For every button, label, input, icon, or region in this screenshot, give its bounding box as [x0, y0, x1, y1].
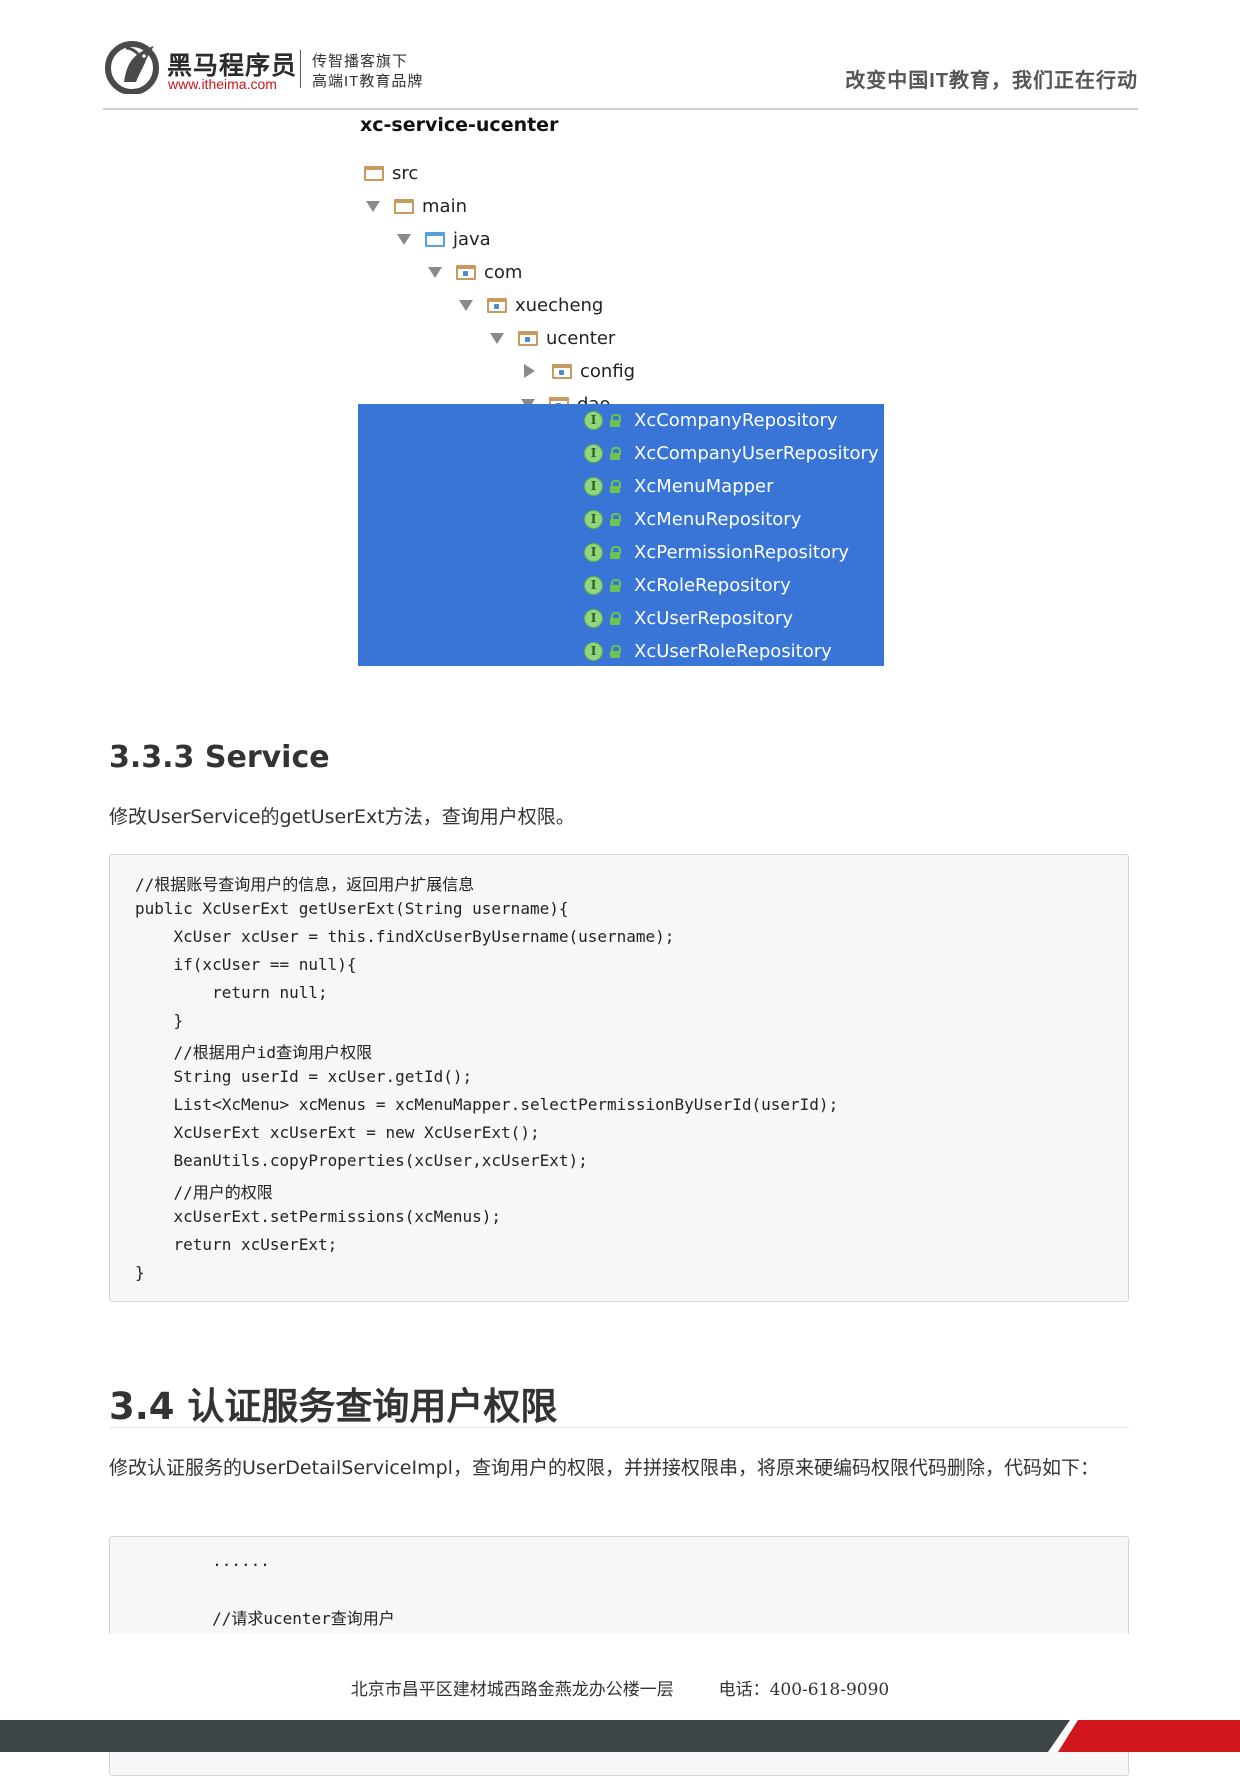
slogan-line-2: 高端IT教育品牌 — [312, 73, 424, 90]
tree-node-label: com — [484, 261, 523, 283]
footer-address: 北京市昌平区建材城西路金燕龙办公楼一层 — [350, 1680, 674, 1700]
code-block-get-user-ext: //根据账号查询用户的信息，返回用户扩展信息 public XcUserExt … — [109, 854, 1129, 1302]
expand-arrow-icon[interactable] — [459, 299, 473, 311]
interface-icon: I — [584, 575, 603, 595]
file-label: XcMenuMapper — [634, 475, 774, 497]
interface-icon: I — [584, 476, 603, 496]
file-label: XcRoleRepository — [634, 574, 791, 596]
tree-file-item[interactable]: I XcRoleRepository — [584, 569, 791, 601]
tree-node-main[interactable]: main — [366, 190, 467, 222]
horse-logo-icon — [105, 41, 159, 94]
brand-divider — [300, 50, 301, 88]
code-line: XcUserExt xcUserExt = new XcUserExt(); — [135, 1123, 540, 1142]
interface-icon: I — [584, 509, 603, 529]
tree-node-com[interactable]: com — [428, 256, 522, 288]
tree-project-title: xc-service-ucenter — [360, 114, 559, 136]
tree-node-src[interactable]: src — [364, 157, 418, 189]
interface-icon: I — [584, 608, 603, 628]
code-line: //用户的权限 — [135, 1183, 273, 1202]
code-line: List<XcMenu> xcMenus = xcMenuMapper.sele… — [135, 1095, 839, 1114]
folder-icon — [394, 198, 414, 214]
tree-file-item[interactable]: I XcCompanyUserRepository — [584, 437, 879, 469]
tree-file-item[interactable]: I XcMenuRepository — [584, 503, 801, 535]
interface-icon: I — [584, 410, 603, 430]
footer-contact: 北京市昌平区建材城西路金燕龙办公楼一层 电话：400-618-9090 — [0, 1675, 1240, 1700]
expand-arrow-icon[interactable] — [428, 266, 442, 278]
tree-node-xuecheng[interactable]: xuecheng — [459, 289, 603, 321]
source-folder-icon — [425, 231, 445, 247]
lock-icon — [609, 413, 621, 427]
interface-icon: I — [584, 443, 603, 463]
code-line: XcUser xcUser = this.findXcUserByUsernam… — [135, 927, 675, 946]
tree-node-java[interactable]: java — [397, 223, 491, 255]
package-icon — [487, 297, 507, 313]
expand-arrow-icon[interactable] — [490, 332, 504, 344]
tree-node-config[interactable]: config — [521, 355, 635, 387]
section-paragraph: 修改UserService的getUserExt方法，查询用户权限。 — [109, 806, 575, 828]
expand-arrow-icon[interactable] — [366, 200, 380, 212]
folder-icon — [364, 165, 384, 181]
package-icon — [552, 363, 572, 379]
code-line: } — [135, 1011, 184, 1030]
file-label: XcUserRoleRepository — [634, 640, 832, 662]
section-heading-service: 3.3.3 Service — [109, 740, 330, 775]
lock-icon — [609, 512, 621, 526]
header-tagline: 改变中国IT教育，我们正在行动 — [845, 70, 1138, 92]
package-icon — [518, 330, 538, 346]
tree-file-item[interactable]: I XcPermissionRepository — [584, 536, 849, 568]
code-line: BeanUtils.copyProperties(xcUser,xcUserEx… — [135, 1151, 588, 1170]
interface-icon: I — [584, 641, 603, 661]
code-line: public XcUserExt getUserExt(String usern… — [135, 899, 569, 918]
tree-node-label: java — [453, 228, 491, 250]
lock-icon — [609, 545, 621, 559]
code-line: xcUserExt.setPermissions(xcMenus); — [135, 1207, 502, 1226]
tree-file-item[interactable]: I XcUserRoleRepository — [584, 635, 832, 667]
code-line: //根据账号查询用户的信息，返回用户扩展信息 — [135, 875, 475, 894]
tree-node-label: main — [422, 195, 467, 217]
lock-icon — [609, 644, 621, 658]
code-line: return null; — [135, 983, 328, 1002]
code-line: } — [135, 1263, 145, 1282]
tree-node-label: ucenter — [546, 327, 616, 349]
tree-node-ucenter[interactable]: ucenter — [490, 322, 615, 354]
file-label: XcCompanyRepository — [634, 409, 838, 431]
selected-files-highlight: I XcCompanyRepository I XcCompanyUserRep… — [358, 404, 884, 666]
footer-bar — [0, 1720, 1240, 1752]
file-label: XcCompanyUserRepository — [634, 442, 879, 464]
tree-file-item[interactable]: I XcUserRepository — [584, 602, 793, 634]
tree-file-item[interactable]: I XcCompanyRepository — [584, 404, 838, 436]
tree-node-label: src — [392, 162, 419, 184]
file-label: XcPermissionRepository — [634, 541, 850, 563]
heading-underline — [109, 1427, 1129, 1428]
file-label: XcUserRepository — [634, 607, 793, 629]
lock-icon — [609, 611, 621, 625]
file-label: XcMenuRepository — [634, 508, 802, 530]
code-line: //根据用户id查询用户权限 — [135, 1043, 373, 1062]
code-line: return xcUserExt; — [135, 1235, 338, 1254]
code-line: ...... — [135, 1551, 270, 1570]
expand-arrow-icon[interactable] — [397, 233, 411, 245]
section-paragraph: 修改认证服务的UserDetailServiceImpl，查询用户的权限，并拼接… — [109, 1457, 1099, 1479]
interface-icon: I — [584, 542, 603, 562]
footer-phone: 电话：400-618-9090 — [718, 1680, 890, 1700]
lock-icon — [609, 578, 621, 592]
brand-url[interactable]: www.itheima.com — [168, 76, 277, 92]
slogan-line-1: 传智播客旗下 — [312, 53, 409, 70]
project-tree: xc-service-ucenter src main java com xue… — [358, 110, 884, 670]
page-header: 黑马程序员 www.itheima.com 传智播客旗下 高端IT教育品牌 改变… — [0, 0, 1240, 110]
code-line: //请求ucenter查询用户 — [135, 1609, 395, 1628]
section-heading-auth: 3.4 认证服务查询用户权限 — [109, 1385, 558, 1428]
code-line: if(xcUser == null){ — [135, 955, 357, 974]
tree-node-label: xuecheng — [515, 294, 604, 316]
lock-icon — [609, 479, 621, 493]
tree-node-label: config — [580, 360, 636, 382]
lock-icon — [609, 446, 621, 460]
package-icon — [456, 264, 476, 280]
collapse-arrow-icon[interactable] — [524, 364, 535, 378]
code-line: String userId = xcUser.getId(); — [135, 1067, 473, 1086]
tree-file-item[interactable]: I XcMenuMapper — [584, 470, 774, 502]
